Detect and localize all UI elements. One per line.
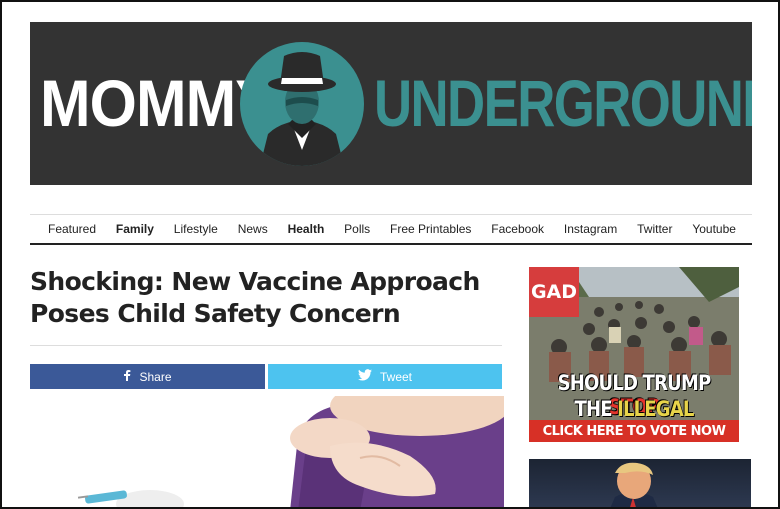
trump-photo <box>610 462 658 507</box>
logo-text-underground: UNDERGROUND <box>374 66 752 140</box>
nav-item-polls[interactable]: Polls <box>344 222 370 236</box>
caravan-poll-ad[interactable]: GAD SHOULD TRUMP STOP THE ILLEGAL CARAVA… <box>529 267 739 442</box>
share-label: Share <box>139 369 172 384</box>
browser-frame: MOMMY UNDERGROUND Featured Family Lifest… <box>0 0 780 509</box>
article-hero-image <box>30 396 504 507</box>
article-title: Shocking: New Vaccine Approach Poses Chi… <box>30 267 480 328</box>
twitter-tweet-button[interactable]: Tweet <box>268 364 502 389</box>
nav-item-family[interactable]: Family <box>116 222 154 236</box>
main-navigation: Featured Family Lifestyle News Health Po… <box>30 214 752 245</box>
facebook-icon <box>123 369 131 384</box>
vote-now-cta[interactable]: CLICK HERE TO VOTE NOW <box>529 420 739 442</box>
nav-item-featured[interactable]: Featured <box>48 222 96 236</box>
nav-item-instagram[interactable]: Instagram <box>564 222 617 236</box>
logo-spy-icon <box>240 42 364 166</box>
nav-item-health[interactable]: Health <box>288 222 325 236</box>
gad-logo: GAD <box>529 267 579 317</box>
second-sidebar-ad[interactable] <box>529 459 751 507</box>
nav-item-lifestyle[interactable]: Lifestyle <box>174 222 218 236</box>
title-divider <box>30 345 502 346</box>
twitter-bird-icon <box>357 369 372 384</box>
tweet-label: Tweet <box>379 369 412 384</box>
nav-item-news[interactable]: News <box>238 222 268 236</box>
site-header-banner[interactable]: MOMMY UNDERGROUND <box>30 22 752 185</box>
nav-item-youtube[interactable]: Youtube <box>692 222 736 236</box>
nav-item-free-printables[interactable]: Free Printables <box>390 222 471 236</box>
nav-item-facebook[interactable]: Facebook <box>491 222 544 236</box>
facebook-share-button[interactable]: Share <box>30 364 265 389</box>
nav-item-twitter[interactable]: Twitter <box>637 222 672 236</box>
